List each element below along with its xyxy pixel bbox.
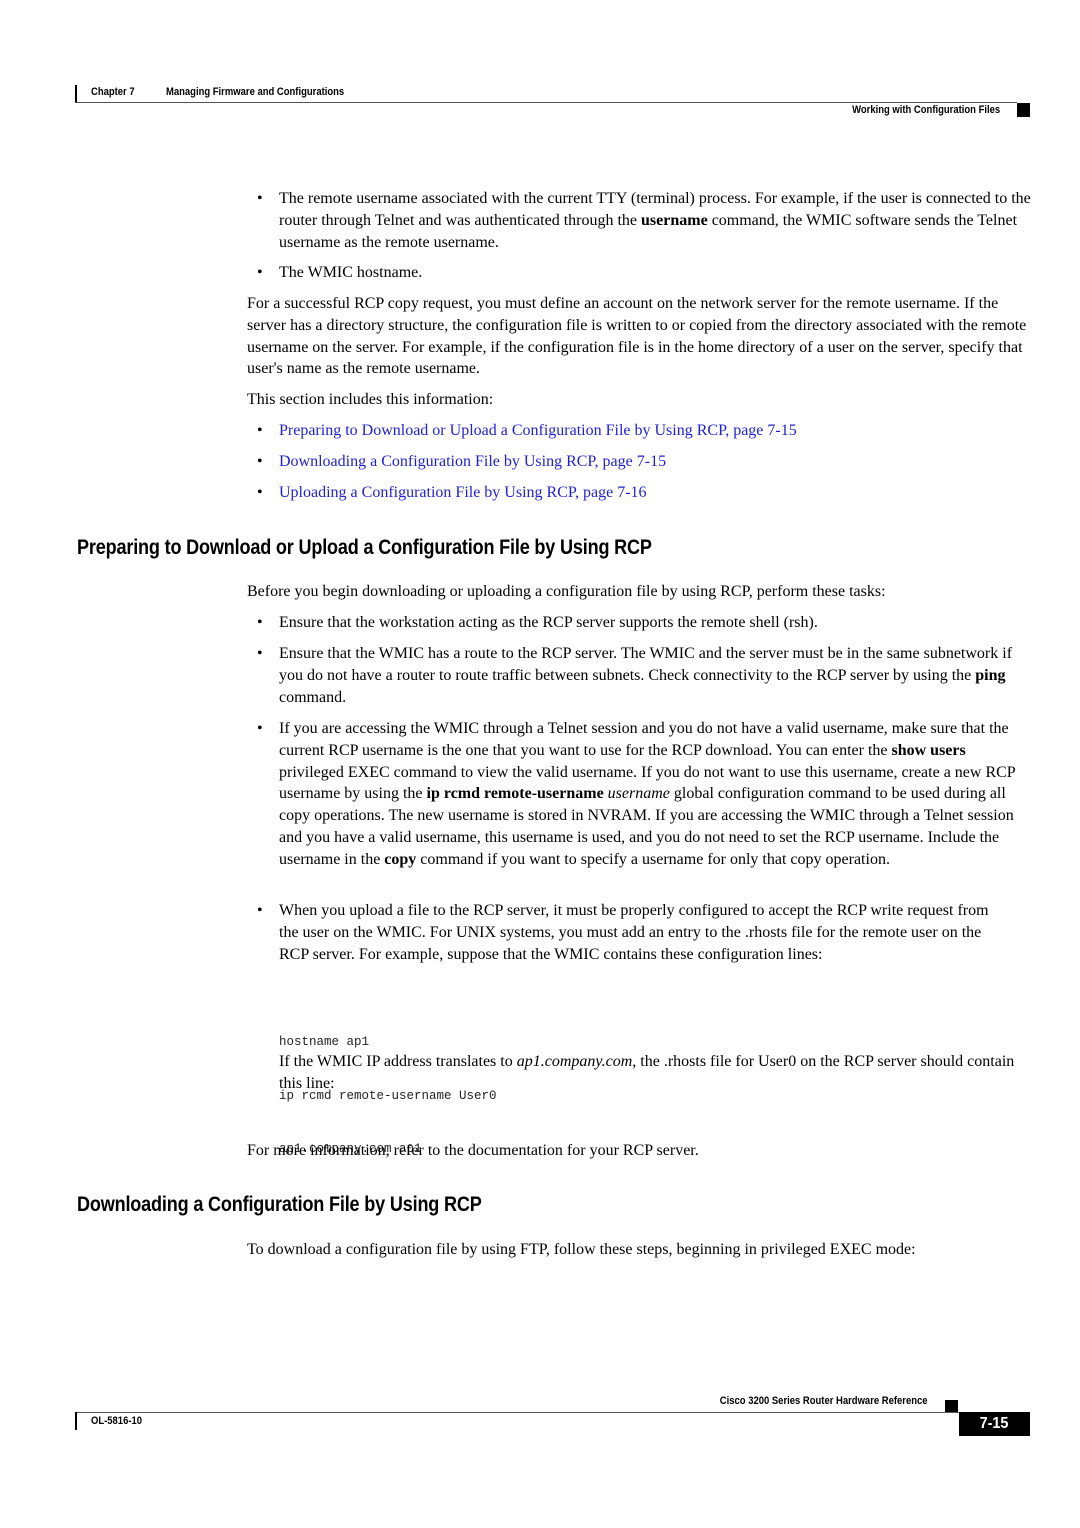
list-item: • The remote username associated with th… bbox=[247, 188, 1032, 254]
list-item: • When you upload a file to the RCP serv… bbox=[247, 900, 1032, 988]
bullet-text: The remote username associated with the … bbox=[279, 190, 1031, 251]
section-lead: To download a configuration file by usin… bbox=[247, 1241, 916, 1258]
bullet-icon: • bbox=[257, 902, 263, 919]
chapter-title: Managing Firmware and Configurations bbox=[166, 86, 345, 98]
bullet-icon: • bbox=[257, 614, 263, 631]
page-number: 7-15 bbox=[980, 1415, 1009, 1432]
bullet-icon: • bbox=[257, 422, 263, 439]
bullet-icon: • bbox=[257, 484, 263, 501]
header-square-mark bbox=[1017, 103, 1030, 117]
closing-paragraph: For more information, refer to the docum… bbox=[247, 1142, 699, 1159]
footer-left-bar bbox=[75, 1412, 77, 1430]
footer-book-title: Cisco 3200 Series Router Hardware Refere… bbox=[720, 1395, 928, 1407]
chapter-label: Chapter 7 bbox=[91, 86, 135, 98]
toc-link-uploading[interactable]: Uploading a Configuration File by Using … bbox=[279, 482, 1032, 504]
bullet-icon: • bbox=[257, 264, 263, 281]
toc-item: • Downloading a Configuration File by Us… bbox=[247, 451, 1032, 473]
toc-link-preparing[interactable]: Preparing to Download or Upload a Config… bbox=[279, 420, 1032, 442]
toc-item: • Uploading a Configuration File by Usin… bbox=[247, 482, 1032, 504]
footer-rule bbox=[75, 1412, 959, 1413]
header-left-bar bbox=[75, 85, 77, 103]
footer-doc-number: OL-5816-10 bbox=[91, 1415, 143, 1427]
page-number-box: 7-15 bbox=[959, 1412, 1030, 1436]
toc-item: • Preparing to Download or Upload a Conf… bbox=[247, 420, 1032, 442]
section-heading-preparing: Preparing to Download or Upload a Config… bbox=[77, 536, 652, 559]
bullet-text: When you upload a file to the RCP server… bbox=[279, 902, 989, 963]
bullet-text: Ensure that the workstation acting as th… bbox=[279, 614, 818, 631]
section-heading-downloading: Downloading a Configuration File by Usin… bbox=[77, 1193, 482, 1216]
section-title: Working with Configuration Files bbox=[851, 104, 1000, 116]
section-includes-text: This section includes this information: bbox=[247, 391, 494, 408]
bullet-text: If you are accessing the WMIC through a … bbox=[279, 720, 1016, 868]
bullet-icon: • bbox=[257, 190, 263, 207]
translate-paragraph: If the WMIC IP address translates to ap1… bbox=[279, 1053, 1015, 1092]
intro-paragraph: For a successful RCP copy request, you m… bbox=[247, 295, 1027, 378]
header-rule bbox=[75, 102, 1017, 103]
bullet-icon: • bbox=[257, 453, 263, 470]
bullet-icon: • bbox=[257, 720, 263, 737]
list-item: • If you are accessing the WMIC through … bbox=[247, 718, 1032, 894]
toc-link-downloading[interactable]: Downloading a Configuration File by Usin… bbox=[279, 451, 1032, 473]
bullet-text: Ensure that the WMIC has a route to the … bbox=[279, 645, 1013, 706]
list-item: • Ensure that the workstation acting as … bbox=[247, 612, 1032, 634]
bullet-text: The WMIC hostname. bbox=[279, 264, 423, 281]
section-lead: Before you begin downloading or uploadin… bbox=[247, 583, 886, 600]
list-item: • Ensure that the WMIC has a route to th… bbox=[247, 643, 1032, 709]
bullet-icon: • bbox=[257, 645, 263, 662]
list-item: • The WMIC hostname. bbox=[247, 262, 1032, 284]
code-line: hostname ap1 bbox=[279, 1035, 370, 1049]
